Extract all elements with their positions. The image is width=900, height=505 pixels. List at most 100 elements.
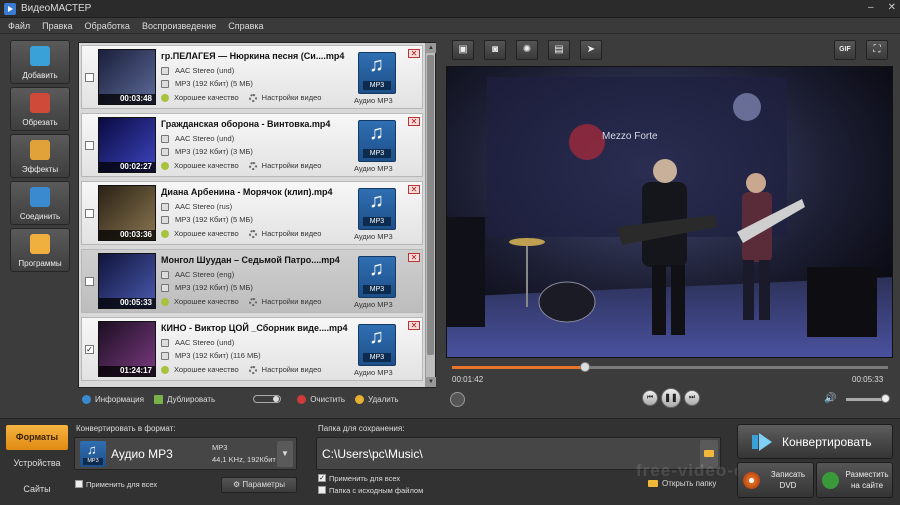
file-title: КИНО - Виктор ЦОЙ _Сборник виде....mp4 [161,323,348,333]
file-row[interactable]: 00:03:36 Диана Арбенина - Морячок (клип).… [81,181,423,245]
same-folder-checkbox[interactable] [318,486,326,494]
convert-button[interactable]: Конвертировать [737,424,893,459]
audio-track-label: AAC Stereo (rus) [175,202,233,211]
video-settings-link[interactable]: Настройки видео [262,229,322,238]
quality-icon [161,297,169,306]
publish-button[interactable]: Разместить на сайте [816,462,893,498]
effects-button[interactable]: Эффекты [10,134,70,178]
video-preview[interactable]: Mezzo Forte [446,66,893,358]
video-thumbnail[interactable]: 00:03:48 [98,49,156,105]
menu-edit[interactable]: Правка [36,21,78,31]
output-size-label: MP3 (192 Кбит) (3 МБ) [175,147,253,156]
film-edit-icon[interactable]: ▤ [548,40,570,60]
video-settings-link[interactable]: Настройки видео [262,161,322,170]
video-thumbnail[interactable]: 00:05:33 [98,253,156,309]
duplicate-button[interactable]: Дублировать [153,394,215,404]
audio-track-line[interactable]: AAC Stereo (und) [161,338,234,347]
parameters-button[interactable]: ⚙ Параметры [221,477,297,493]
video-settings-link[interactable]: Настройки видео [262,297,322,306]
crop-icon[interactable]: ▣ [452,40,474,60]
quality-label[interactable]: Хорошее качество [174,365,239,374]
menu-help[interactable]: Справка [222,21,269,31]
audio-track-line[interactable]: AAC Stereo (und) [161,134,234,143]
volume-knob[interactable] [880,394,890,403]
next-button[interactable]: ⏭ [684,390,700,406]
quality-line: Хорошее качество Настройки видео [161,229,321,238]
file-checkbox[interactable]: ✓ [85,345,94,354]
video-thumbnail[interactable]: 00:02:27 [98,117,156,173]
trim-button[interactable]: Обрезать [10,87,70,131]
folder-icon [648,480,658,487]
quality-label[interactable]: Хорошее качество [174,297,239,306]
settings-gear-icon [248,365,257,374]
video-settings-link[interactable]: Настройки видео [262,365,322,374]
tab-formats[interactable]: Форматы [6,425,68,450]
speed-icon[interactable]: ➤ [580,40,602,60]
file-checkbox[interactable] [85,73,94,82]
view-toggle[interactable] [253,395,282,403]
info-button[interactable]: Информация [82,394,144,404]
file-list-scrollbar[interactable]: ▲ ▼ [425,43,436,387]
remove-file-icon[interactable]: ✕ [408,253,420,262]
quality-label[interactable]: Хорошее качество [174,229,239,238]
audio-track-line[interactable]: AAC Stereo (rus) [161,202,232,211]
scroll-up-button[interactable]: ▲ [426,43,436,53]
format-selector[interactable]: ♫ MP3 Аудио MP3 MP3 44,1 KHz, 192Кбит ▼ [74,437,297,470]
timeline[interactable] [452,362,888,372]
upload-icon [822,472,839,489]
remove-file-icon[interactable]: ✕ [408,321,420,330]
current-time: 00:01:42 [452,375,484,384]
clear-button[interactable]: Очистить [297,394,345,404]
format-tag: MP3 [363,285,391,294]
quality-label[interactable]: Хорошее качество [174,161,239,170]
audio-track-line[interactable]: AAC Stereo (und) [161,66,234,75]
delete-button[interactable]: Удалить [355,394,399,404]
pause-button[interactable]: ❚❚ [661,388,681,408]
file-row[interactable]: 00:05:33 Монгол Шуудан – Седьмой Патро...… [81,249,423,313]
video-settings-link[interactable]: Настройки видео [262,93,322,102]
remove-file-icon[interactable]: ✕ [408,117,420,126]
programs-button[interactable]: Программы [10,228,70,272]
audio-track-line[interactable]: AAC Stereo (eng) [161,270,234,279]
rotate-icon[interactable]: ◙ [484,40,506,60]
file-row[interactable]: ✓ 01:24:17 КИНО - Виктор ЦОЙ _Сборник виде… [81,317,423,381]
apply-all-folder-checkbox[interactable]: ✓ [318,474,326,482]
file-icon [161,351,169,360]
menu-playback[interactable]: Воспроизведение [136,21,222,31]
scroll-thumb[interactable] [427,55,434,355]
file-checkbox[interactable] [85,141,94,150]
fullscreen-icon[interactable]: ⛶ [866,40,888,60]
volume-icon[interactable]: 🔊 [824,393,836,404]
tab-devices[interactable]: Устройства [6,451,68,476]
speaker-icon [161,66,169,75]
apply-all-checkbox[interactable] [75,480,83,488]
menu-process[interactable]: Обработка [79,21,136,31]
video-thumbnail[interactable]: 00:03:36 [98,185,156,241]
brightness-icon[interactable]: ✺ [516,40,538,60]
file-row[interactable]: 00:02:27 Гражданская оборона - Винтовка.m… [81,113,423,177]
remove-file-icon[interactable]: ✕ [408,49,420,58]
minimize-button[interactable]: – [868,2,874,13]
gif-button[interactable]: GIF [834,40,856,60]
burn-dvd-button[interactable]: Записать DVD [737,462,814,498]
menu-file[interactable]: Файл [2,21,36,31]
add-button[interactable]: Добавить [10,40,70,84]
previous-button[interactable]: ⏮ [642,390,658,406]
close-button[interactable]: ✕ [888,2,896,13]
tab-sites[interactable]: Сайты [6,477,68,502]
format-dropdown-icon[interactable]: ▼ [277,441,293,467]
join-button[interactable]: Соединить [10,181,70,225]
file-row[interactable]: 00:03:48 гр.ПЕЛАГЕЯ — Нюркина песня (Си..… [81,45,423,109]
format-tag: MP3 [363,149,391,158]
trim-film-icon [30,93,50,113]
file-checkbox[interactable] [85,277,94,286]
video-thumbnail[interactable]: 01:24:17 [98,321,156,377]
volume-slider[interactable] [846,394,890,403]
timeline-knob[interactable] [580,362,591,372]
snapshot-button[interactable] [450,392,465,407]
scroll-down-button[interactable]: ▼ [426,377,436,387]
stage-sign: Mezzo Forte [602,131,658,142]
file-checkbox[interactable] [85,209,94,218]
quality-label[interactable]: Хорошее качество [174,93,239,102]
remove-file-icon[interactable]: ✕ [408,185,420,194]
